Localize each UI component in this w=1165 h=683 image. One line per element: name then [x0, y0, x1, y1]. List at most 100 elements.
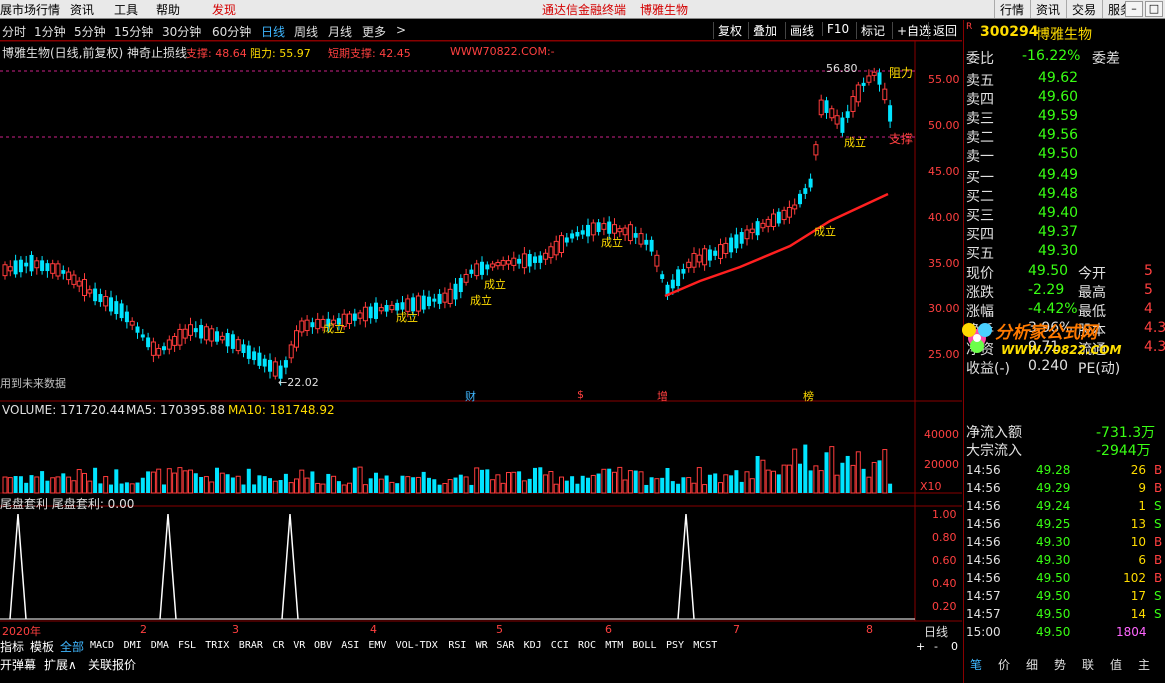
indicator-tab[interactable]: MCST	[693, 640, 717, 651]
tab-ticks[interactable]: 笔	[970, 656, 982, 673]
period-tab[interactable]: 分时	[2, 23, 26, 40]
bid-row[interactable]: 买五 49.30	[966, 243, 1162, 262]
event-marker[interactable]: 榜	[803, 388, 814, 404]
volume-bar	[389, 481, 395, 494]
danmaku-toggle[interactable]: 开弹幕	[0, 656, 36, 673]
indicator-tab[interactable]: SAR	[496, 640, 514, 651]
chevron-right-icon[interactable]: >	[396, 23, 406, 37]
bid-row[interactable]: 买三 49.40	[966, 205, 1162, 224]
indicator-tab[interactable]: VOL-TDX	[396, 640, 438, 651]
candle-body	[427, 296, 431, 307]
period-tab[interactable]: 5分钟	[74, 23, 106, 40]
tick-row: 14:56 49.30 10 B	[966, 535, 1162, 553]
expand-button[interactable]: 扩展∧	[44, 656, 77, 673]
period-tab-more[interactable]: 更多	[362, 23, 386, 40]
tick-side: B	[1154, 463, 1163, 477]
volume-bar	[564, 480, 569, 493]
event-marker[interactable]: 增	[657, 388, 668, 404]
volume-bar	[866, 476, 872, 494]
indicator-tab[interactable]: WR	[476, 640, 488, 651]
stat-value: -4.42%	[1028, 301, 1078, 317]
stat-value: -2.29	[1028, 282, 1065, 298]
indicator-tab[interactable]: RSI	[448, 640, 466, 651]
bid-row[interactable]: 买四 49.37	[966, 224, 1162, 243]
bid-row[interactable]: 买一 49.49	[966, 167, 1162, 186]
tab-indicators[interactable]: 指标	[0, 638, 24, 655]
link-tdx-terminal[interactable]: 通达信金融终端	[542, 1, 626, 18]
period-tab[interactable]: 月线	[328, 23, 352, 40]
volume-bar	[326, 473, 331, 493]
top-btn-trade[interactable]: 交易	[1066, 0, 1101, 18]
zoom-in-button[interactable]: +	[916, 640, 925, 653]
period-tab[interactable]: 60分钟	[212, 23, 251, 40]
ask-row[interactable]: 卖五 49.62	[966, 70, 1162, 89]
indicator-tab[interactable]: ASI	[341, 640, 359, 651]
tab-linked[interactable]: 联	[1082, 656, 1094, 673]
btn-mark[interactable]: 标记	[856, 22, 889, 39]
indicator-tab[interactable]: KDJ	[524, 640, 542, 651]
ask-row[interactable]: 卖一 49.50	[966, 146, 1162, 165]
candle-body	[50, 263, 56, 274]
ask-row[interactable]: 卖三 49.59	[966, 108, 1162, 127]
indicator-tab[interactable]: ROC	[578, 640, 596, 651]
btn-draw[interactable]: 画线	[785, 22, 818, 39]
tab-main[interactable]: 主	[1138, 656, 1150, 673]
tab-detail[interactable]: 细	[1026, 656, 1038, 673]
indicator-tab[interactable]: OBV	[314, 640, 332, 651]
indicator-tab[interactable]: BRAR	[239, 640, 263, 651]
menu-help[interactable]: 帮助	[156, 1, 180, 18]
tab-price[interactable]: 价	[998, 656, 1010, 673]
event-marker[interactable]: $	[577, 388, 584, 401]
volume-bar	[480, 469, 484, 493]
top-btn-quotes[interactable]: 行情	[994, 0, 1029, 18]
tab-value[interactable]: 值	[1110, 656, 1122, 673]
indicator-tab[interactable]: CR	[272, 640, 284, 651]
indicator-tab[interactable]: DMI	[124, 640, 142, 651]
kline-chart[interactable]	[0, 41, 962, 661]
tab-all[interactable]: 全部	[60, 638, 84, 655]
period-tab[interactable]: 15分钟	[114, 23, 153, 40]
tab-templates[interactable]: 模板	[30, 638, 54, 655]
indicator-tab[interactable]: EMV	[368, 640, 386, 651]
btn-back[interactable]: 返回	[928, 22, 961, 39]
minimize-icon[interactable]: –	[1125, 1, 1143, 17]
tab-trend[interactable]: 势	[1054, 656, 1066, 673]
zoom-out-button[interactable]: -	[934, 640, 938, 653]
btn-overlay[interactable]: 叠加	[748, 22, 781, 39]
ask-row[interactable]: 卖二 49.56	[966, 127, 1162, 146]
indicator-tab[interactable]: MTM	[605, 640, 623, 651]
candle-body	[564, 237, 569, 243]
indicator-tab[interactable]: DMA	[151, 640, 169, 651]
weibi-value: -16.22%	[1022, 48, 1081, 64]
volume-bar	[458, 474, 463, 493]
related-quote-button[interactable]: 关联报价	[88, 656, 136, 673]
candle-body	[511, 257, 517, 266]
menu-tools[interactable]: 工具	[114, 1, 138, 18]
indicator-tab[interactable]: FSL	[178, 640, 196, 651]
indicator-tab[interactable]: TRIX	[205, 640, 229, 651]
menu-news[interactable]: 资讯	[70, 1, 94, 18]
indicator-tab[interactable]: PSY	[666, 640, 684, 651]
bid-row[interactable]: 买二 49.48	[966, 186, 1162, 205]
period-tab-active[interactable]: 日线	[261, 23, 285, 40]
period-tab[interactable]: 周线	[294, 23, 318, 40]
top-btn-news[interactable]: 资讯	[1030, 0, 1065, 18]
reset-button[interactable]: 0	[951, 640, 958, 653]
tick-row: 14:56 49.30 6 B	[966, 553, 1162, 571]
period-tab[interactable]: 30分钟	[162, 23, 201, 40]
indicator-tab[interactable]: VR	[293, 640, 305, 651]
maximize-icon[interactable]: □	[1145, 1, 1163, 17]
ask-row[interactable]: 卖四 49.60	[966, 89, 1162, 108]
indicator-tab[interactable]: CCI	[551, 640, 569, 651]
indicator-tab[interactable]: BOLL	[632, 640, 656, 651]
btn-f10[interactable]: F10	[822, 22, 853, 36]
menu-market[interactable]: 展市场行情	[0, 1, 60, 18]
event-marker[interactable]: 财	[465, 388, 476, 404]
candle-body	[866, 75, 872, 83]
tick-row: 15:00 49.50 1804	[966, 625, 1162, 643]
btn-adjust[interactable]: 复权	[713, 22, 746, 39]
period-tab[interactable]: 1分钟	[34, 23, 66, 40]
menu-discover[interactable]: 发现	[212, 1, 236, 18]
link-stock-name[interactable]: 博雅生物	[640, 1, 688, 18]
indicator-tab[interactable]: MACD	[90, 640, 114, 651]
